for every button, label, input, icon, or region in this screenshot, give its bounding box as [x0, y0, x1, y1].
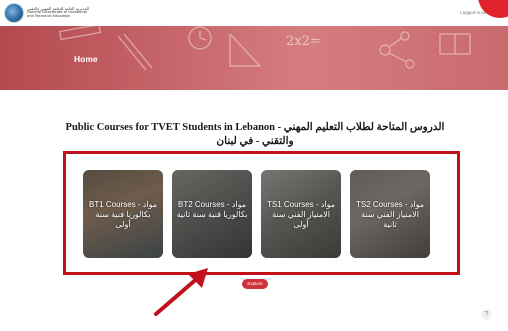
section-title-en: Public Courses for TVET Students in Leba…	[65, 122, 276, 133]
banner-formula: 2x2=	[286, 34, 321, 49]
page-banner: 2x2= Home	[0, 26, 508, 90]
top-navigation-bar: المديرية العامة للتعليم المهني والتقني G…	[0, 0, 508, 26]
logged-in-text[interactable]: Logged in as	[460, 10, 486, 15]
logo-line-2: and Technical Education	[27, 14, 71, 19]
site-logo[interactable]: المديرية العامة للتعليم المهني والتقني G…	[4, 3, 89, 23]
page-title: Home	[74, 54, 98, 64]
course-card-bt2[interactable]: BT2 Courses - مواد بكالوريا فنية سنة ثان…	[172, 170, 252, 258]
course-card-label[interactable]: BT1 Courses - مواد بكالوريا فنية سنة أول…	[87, 200, 159, 230]
help-icon[interactable]: ?	[481, 309, 492, 320]
course-card-ts2[interactable]: TS2 Courses - مواد الامتياز الفني سنة ثا…	[350, 170, 430, 258]
logo-text: المديرية العامة للتعليم المهني والتقني G…	[27, 6, 89, 19]
explore-button[interactable]: Explore	[242, 279, 268, 289]
course-card-label[interactable]: TS1 Courses - مواد الامتياز الفني سنة أو…	[265, 200, 337, 230]
course-card-bt1[interactable]: BT1 Courses - مواد بكالوريا فنية سنة أول…	[83, 170, 163, 258]
logo-emblem-icon	[4, 3, 24, 23]
course-card-label[interactable]: BT2 Courses - مواد بكالوريا فنية سنة ثان…	[176, 200, 248, 220]
course-card-ts1[interactable]: TS1 Courses - مواد الامتياز الفني سنة أو…	[261, 170, 341, 258]
course-card-label[interactable]: TS2 Courses - مواد الامتياز الفني سنة ثا…	[354, 200, 426, 230]
section-title: Public Courses for TVET Students in Leba…	[65, 122, 445, 148]
annotation-arrow-icon	[154, 268, 208, 316]
